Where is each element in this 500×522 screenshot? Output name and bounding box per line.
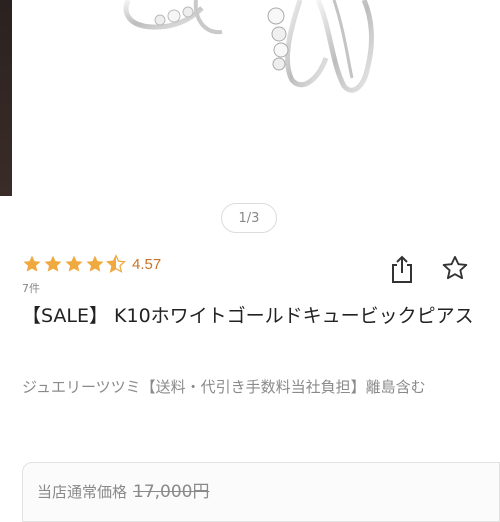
shop-name-link[interactable]: ジュエリーツツミ【送料・代引き手数料当社負担】離島含む (22, 374, 482, 400)
favorite-button[interactable] (440, 254, 470, 282)
star-filled-icon (44, 255, 62, 272)
share-icon (392, 255, 412, 283)
product-rating[interactable]: 4.57 (22, 254, 161, 274)
product-image-carousel[interactable] (0, 0, 500, 196)
regular-price-value: 17,000円 (133, 482, 210, 502)
star-half-icon (106, 254, 126, 273)
star-filled-icon (65, 255, 83, 272)
carousel-page-indicator: 1/3 (221, 203, 277, 233)
star-filled-icon (23, 255, 41, 272)
price-panel: 当店通常価格 17,000円 (22, 462, 500, 522)
earring-product-image (123, 0, 374, 93)
carousel-page-indicator-text: 1/3 (238, 210, 260, 226)
regular-price-label: 当店通常価格 (37, 483, 128, 501)
star-filled-icon (86, 255, 104, 272)
rating-value: 4.57 (132, 255, 162, 273)
product-title: 【SALE】 K10ホワイトゴールドキュービックピアス (22, 305, 474, 327)
regular-price-row: 当店通常価格 17,000円 (37, 477, 210, 502)
review-count[interactable]: 7件 (22, 280, 40, 296)
star-outline-icon (442, 255, 468, 280)
share-button[interactable] (388, 254, 416, 284)
